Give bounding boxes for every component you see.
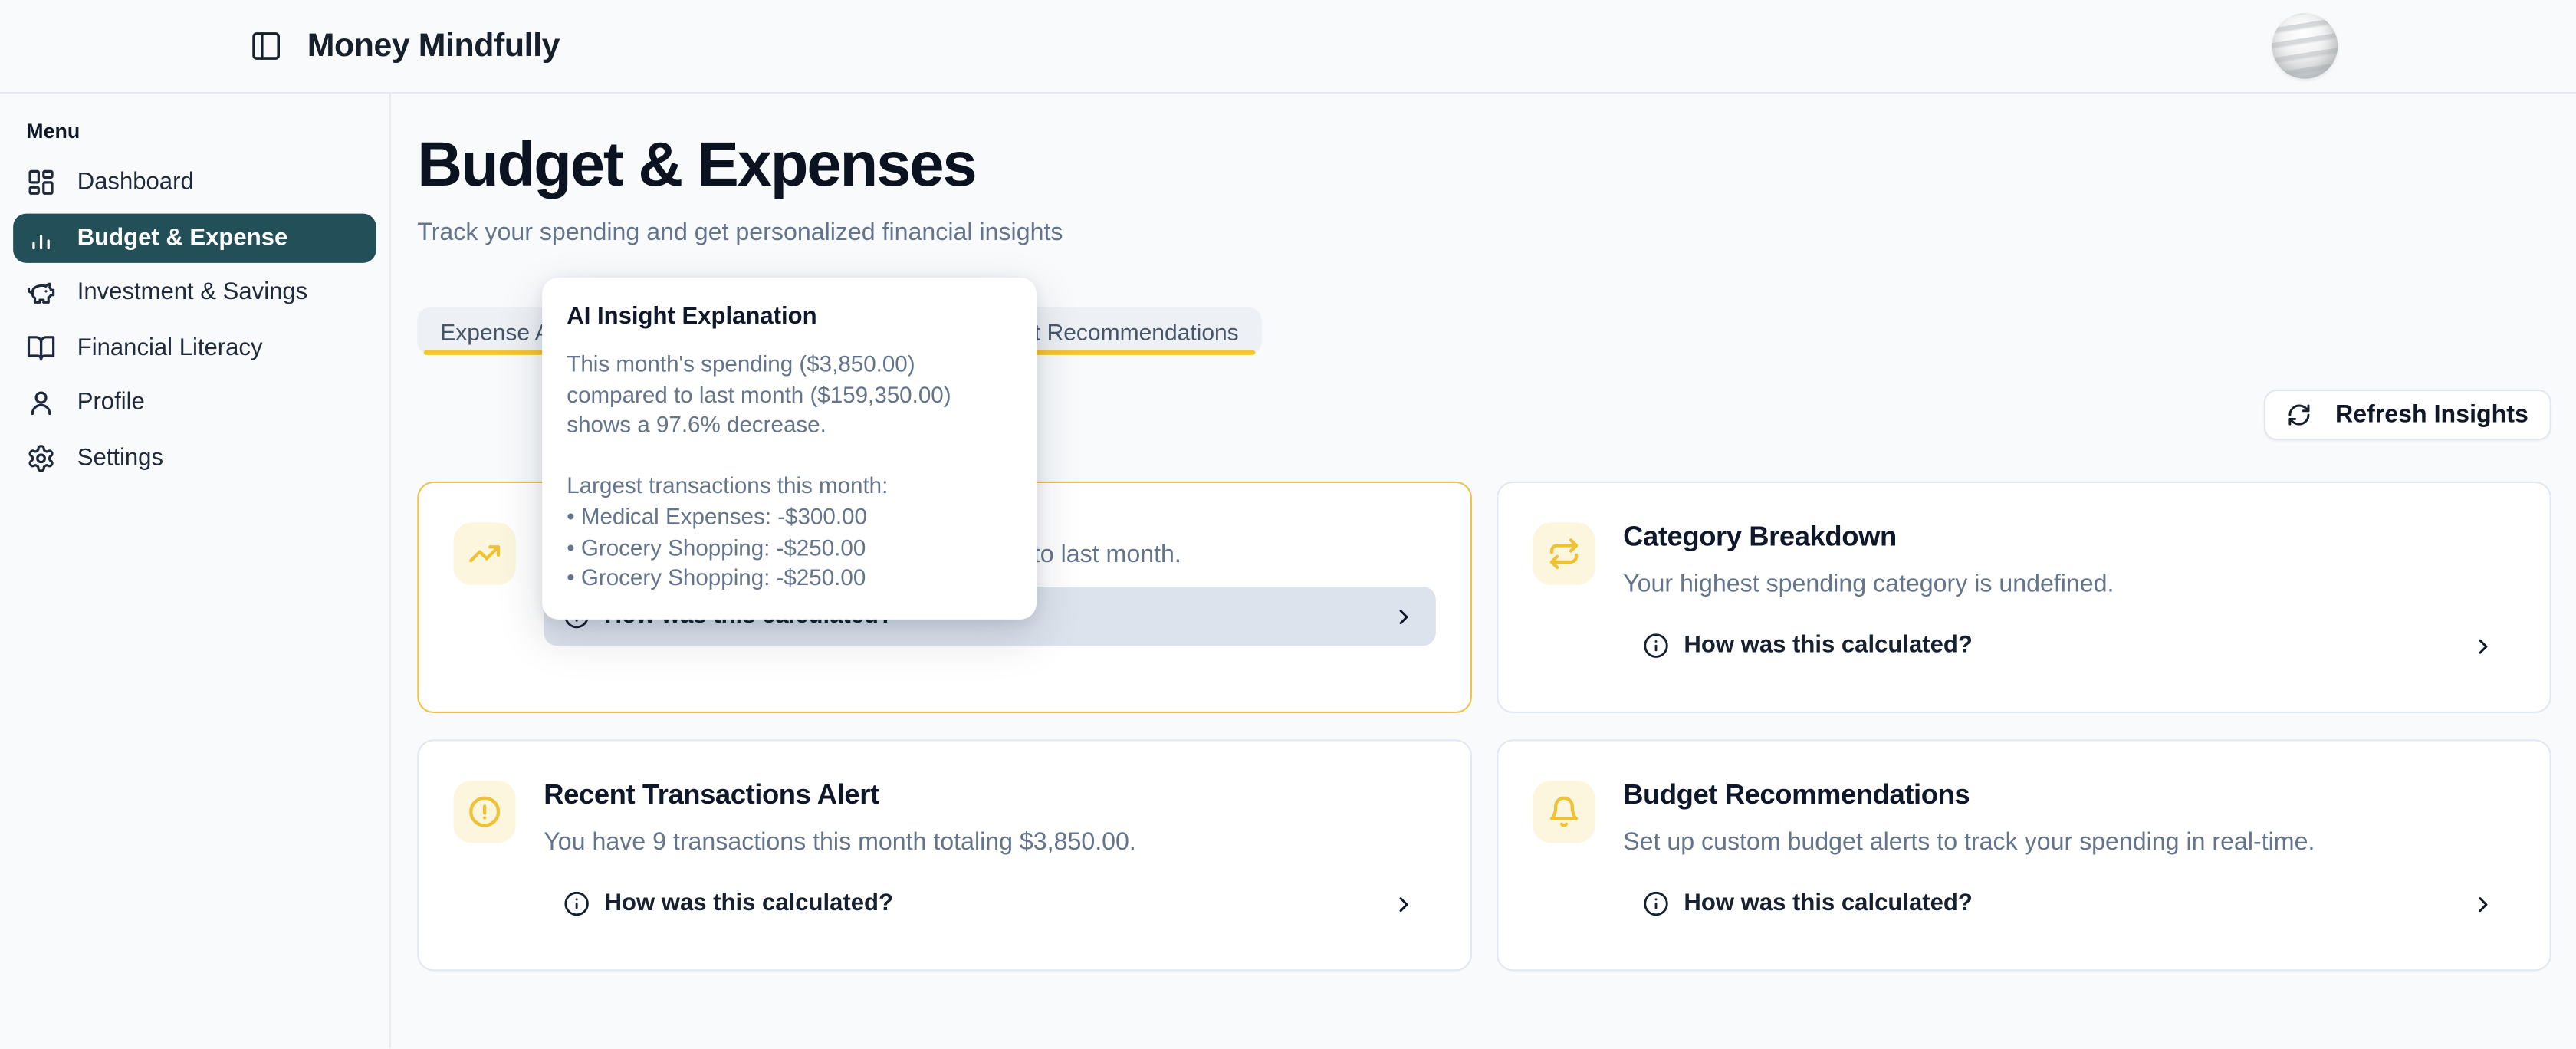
user-icon	[26, 388, 56, 418]
card-description: Your highest spending category is undefi…	[1623, 572, 2515, 597]
how-calculated-label: How was this calculated?	[1684, 633, 1972, 659]
sidebar-item-label: Financial Literacy	[77, 334, 263, 360]
sidebar-item-settings[interactable]: Settings	[13, 433, 376, 482]
trending-up-icon	[453, 522, 515, 584]
info-icon	[1643, 890, 1669, 916]
how-calculated-button[interactable]: How was this calculated?	[1623, 617, 2515, 676]
sidebar: Menu Dashboard Budget & Expense Investme…	[0, 94, 391, 1049]
sidebar-item-investment-savings[interactable]: Investment & Savings	[13, 268, 376, 317]
top-header: Money Mindfully	[0, 0, 2576, 94]
bar-chart-icon	[26, 222, 56, 252]
tooltip-title: AI Insight Explanation	[567, 304, 1012, 330]
alert-circle-icon	[453, 781, 515, 843]
bell-icon	[1533, 781, 1595, 843]
how-calculated-button[interactable]: How was this calculated?	[1623, 874, 2515, 933]
sidebar-item-profile[interactable]: Profile	[13, 378, 376, 427]
page-subtitle: Track your spending and get personalized…	[417, 219, 1063, 246]
insight-card-recent-transactions[interactable]: Recent Transactions Alert You have 9 tra…	[417, 739, 1472, 971]
refresh-insights-button[interactable]: Refresh Insights	[2265, 390, 2551, 440]
page-title: Budget & Expenses	[417, 131, 975, 202]
app-window: Money Mindfully Menu Dashboard Budget & …	[0, 0, 2576, 1049]
how-calculated-label: How was this calculated?	[1684, 890, 1972, 916]
how-calculated-button[interactable]: How was this calculated?	[544, 874, 1436, 933]
tooltip-body: This month's spending ($3,850.00) compar…	[567, 350, 1012, 594]
refresh-insights-label: Refresh Insights	[2335, 401, 2528, 429]
chevron-right-icon	[1392, 892, 1416, 916]
sidebar-item-label: Profile	[77, 390, 145, 416]
book-open-icon	[26, 333, 56, 363]
card-title: Recent Transactions Alert	[544, 781, 1436, 811]
panel-left-icon	[250, 30, 283, 63]
ai-insight-tooltip: AI Insight Explanation This month's spen…	[542, 278, 1037, 620]
repeat-icon	[1533, 522, 1595, 584]
sidebar-item-dashboard[interactable]: Dashboard	[13, 158, 376, 207]
sidebar-item-label: Dashboard	[77, 169, 194, 196]
sidebar-item-label: Settings	[77, 445, 163, 471]
sidebar-item-budget-expense[interactable]: Budget & Expense	[13, 213, 376, 262]
gear-icon	[26, 443, 56, 473]
chevron-right-icon	[2471, 892, 2496, 916]
sidebar-item-label: Budget & Expense	[77, 225, 288, 251]
chevron-right-icon	[1392, 604, 1416, 629]
card-description: You have 9 transactions this month total…	[544, 830, 1436, 854]
app-title: Money Mindfully	[307, 27, 560, 64]
avatar[interactable]	[2272, 13, 2338, 79]
menu-section-label: Menu	[26, 120, 376, 143]
refresh-icon	[2288, 403, 2312, 427]
piggy-bank-icon	[26, 278, 56, 307]
info-icon	[1643, 633, 1669, 659]
insight-card-category-breakdown[interactable]: Category Breakdown Your highest spending…	[1497, 482, 2551, 713]
sidebar-item-financial-literacy[interactable]: Financial Literacy	[13, 323, 376, 372]
chevron-right-icon	[2471, 633, 2496, 658]
how-calculated-label: How was this calculated?	[605, 890, 893, 916]
sidebar-item-label: Investment & Savings	[77, 279, 308, 305]
info-icon	[564, 890, 590, 916]
sidebar-toggle-button[interactable]	[248, 28, 284, 64]
dashboard-icon	[26, 168, 56, 198]
card-description: Set up custom budget alerts to track you…	[1623, 830, 2515, 854]
insight-card-budget-recommendations[interactable]: Budget Recommendations Set up custom bud…	[1497, 739, 2551, 971]
card-title: Budget Recommendations	[1623, 781, 2515, 811]
card-title: Category Breakdown	[1623, 522, 2515, 552]
